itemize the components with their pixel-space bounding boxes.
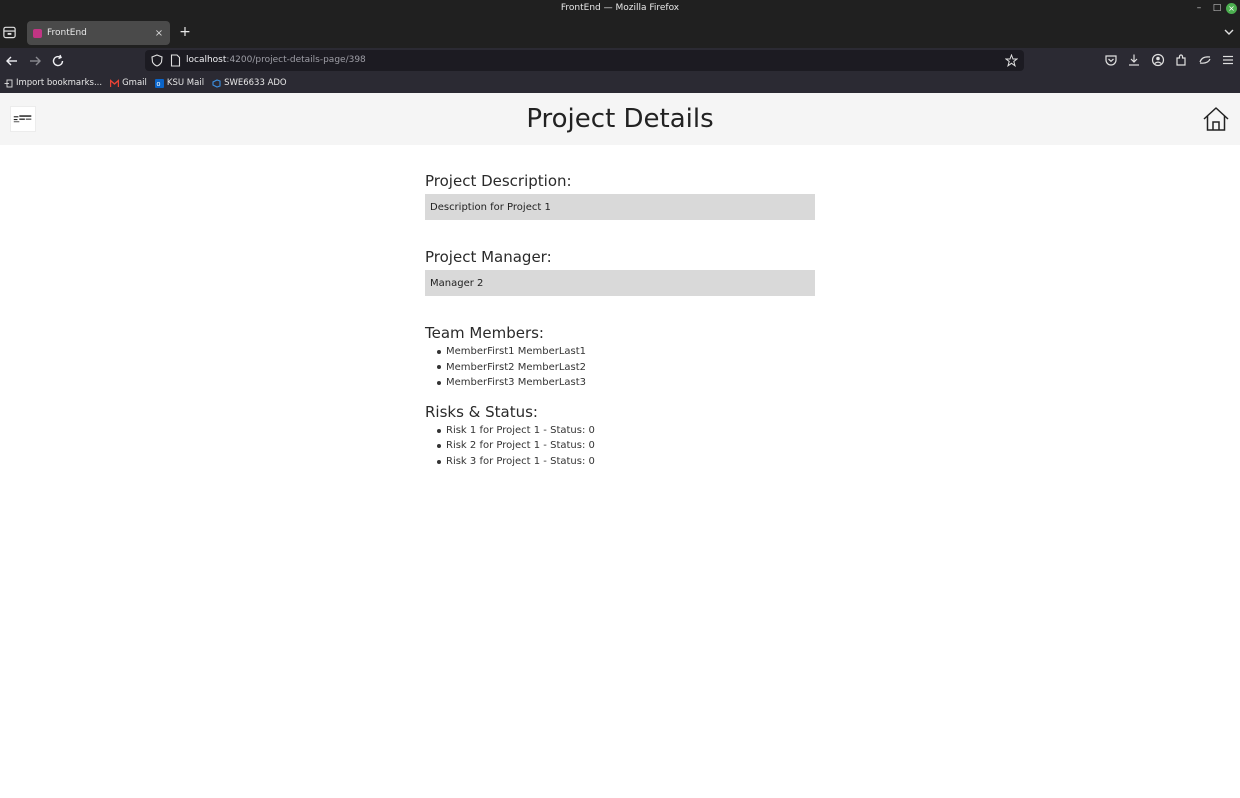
bookmark-swe6633-ado[interactable]: SWE6633 ADO [212, 78, 287, 88]
sync-icon[interactable] [1198, 53, 1212, 67]
list-item: Risk 1 for Project 1 - Status: 0 [437, 423, 815, 439]
project-description-field[interactable] [425, 194, 815, 220]
team-members-list: MemberFirst1 MemberLast1 MemberFirst2 Me… [437, 344, 815, 391]
risk-entry: Risk 1 for Project 1 - Status: 0 [446, 424, 595, 436]
forward-arrow-icon[interactable] [27, 53, 43, 69]
bookmark-label: Import bookmarks... [16, 78, 103, 88]
close-window-button[interactable]: × [1226, 3, 1237, 14]
window-title: FrontEnd — Mozilla Firefox [560, 3, 680, 13]
minimize-button[interactable]: – [1190, 0, 1208, 17]
firefox-view-icon[interactable] [2, 24, 17, 40]
angular-favicon-icon [33, 28, 42, 38]
account-icon[interactable] [1151, 53, 1165, 67]
project-manager-label: Project Manager: [425, 248, 552, 266]
list-item: MemberFirst3 MemberLast3 [437, 375, 815, 391]
azure-devops-icon [212, 78, 221, 88]
outlook-icon: o [154, 78, 164, 88]
downloads-icon[interactable] [1127, 53, 1141, 67]
nav-toolbar: localhost:4200/project-details-page/398 [0, 48, 1240, 73]
tab-title: FrontEnd [47, 28, 87, 38]
project-details-content: Project Description: Project Manager: Te… [425, 172, 815, 470]
reload-icon[interactable] [50, 53, 66, 69]
team-member-name: MemberFirst3 MemberLast3 [446, 377, 587, 389]
tracking-protection-shield-icon[interactable] [151, 54, 163, 67]
project-description-label: Project Description: [425, 172, 572, 190]
bookmark-import[interactable]: Import bookmarks... [4, 78, 102, 88]
hamburger-menu-icon[interactable] [1221, 53, 1235, 67]
bookmark-ksu-mail[interactable]: o KSU Mail [154, 78, 205, 88]
bookmarks-toolbar: Import bookmarks... Gmail o KSU Mail SWE… [0, 73, 1240, 93]
project-manager-field[interactable] [425, 270, 815, 296]
url-bar[interactable]: localhost:4200/project-details-page/398 [145, 50, 1024, 71]
list-item: MemberFirst1 MemberLast1 [437, 344, 815, 360]
url-host: localhost [186, 55, 227, 65]
tab-frontend[interactable]: FrontEnd × [27, 21, 170, 45]
home-icon[interactable] [1202, 105, 1230, 133]
extensions-puzzle-icon[interactable] [1174, 53, 1188, 67]
bookmark-gmail[interactable]: Gmail [110, 78, 147, 88]
bookmark-star-icon[interactable] [1005, 54, 1018, 67]
list-item: Risk 3 for Project 1 - Status: 0 [437, 454, 815, 470]
import-icon [4, 79, 13, 87]
gmail-icon [110, 78, 120, 87]
list-item: MemberFirst2 MemberLast2 [437, 360, 815, 376]
list-item: Risk 2 for Project 1 - Status: 0 [437, 438, 815, 454]
tab-list-chevron-icon[interactable] [1222, 25, 1236, 39]
page-info-icon[interactable] [170, 54, 181, 67]
url-text[interactable]: localhost:4200/project-details-page/398 [186, 50, 366, 71]
risks-list: Risk 1 for Project 1 - Status: 0 Risk 2 … [437, 423, 815, 470]
team-member-name: MemberFirst2 MemberLast2 [446, 361, 587, 373]
risk-entry: Risk 2 for Project 1 - Status: 0 [446, 440, 595, 452]
bookmark-label: KSU Mail [166, 78, 205, 88]
tab-strip: FrontEnd × + [0, 17, 1240, 48]
risks-status-label: Risks & Status: [425, 402, 538, 421]
team-members-label: Team Members: [425, 324, 544, 342]
app-header: Project Details [0, 93, 1240, 145]
maximize-button[interactable]: □ [1208, 0, 1226, 17]
risk-entry: Risk 3 for Project 1 - Status: 0 [446, 455, 595, 467]
pocket-icon[interactable] [1104, 53, 1118, 67]
team-member-name: MemberFirst1 MemberLast1 [446, 346, 587, 357]
svg-text:o: o [156, 81, 160, 88]
bookmark-label: Gmail [122, 78, 147, 88]
new-tab-button[interactable]: + [177, 24, 193, 40]
window-titlebar: FrontEnd — Mozilla Firefox – □ × [0, 0, 1240, 17]
window-controls: – □ × [1190, 0, 1240, 17]
tab-close-icon[interactable]: × [152, 28, 166, 39]
page-title: Project Details [526, 104, 714, 134]
back-arrow-icon[interactable] [4, 53, 20, 69]
bookmark-label: SWE6633 ADO [224, 78, 287, 88]
url-path: :4200/project-details-page/398 [226, 55, 366, 65]
